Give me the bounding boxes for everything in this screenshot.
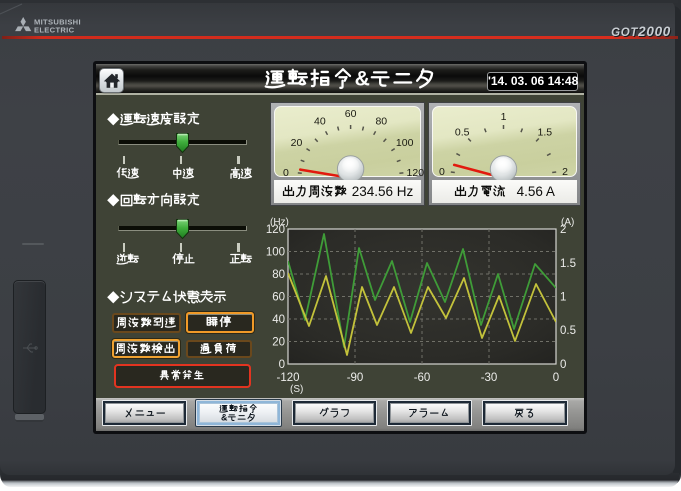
svg-text:&: & xyxy=(355,68,370,91)
svg-text:ELECTRIC: ELECTRIC xyxy=(34,26,75,35)
